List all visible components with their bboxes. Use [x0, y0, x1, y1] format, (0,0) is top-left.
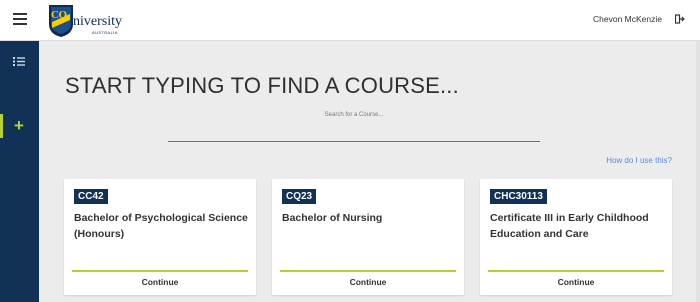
- continue-button[interactable]: Continue: [480, 277, 672, 287]
- help-link[interactable]: How do I use this?: [606, 156, 672, 165]
- course-card[interactable]: CHC30113 Certificate III in Early Childh…: [480, 179, 672, 295]
- card-divider: [280, 270, 456, 272]
- course-card[interactable]: CC42 Bachelor of Psychological Science (…: [64, 179, 256, 295]
- course-search: Search for a Course...: [168, 112, 540, 247]
- continue-button[interactable]: Continue: [272, 277, 464, 287]
- page-title: START TYPING TO FIND A COURSE...: [65, 73, 459, 98]
- course-title: Bachelor of Psychological Science (Honou…: [74, 212, 248, 240]
- sidebar-item-add-course[interactable]: +: [0, 114, 39, 138]
- course-code-badge: CQ23: [282, 189, 317, 204]
- logout-icon[interactable]: [675, 14, 685, 24]
- search-label: Search for a Course...: [324, 112, 384, 118]
- plus-icon: +: [14, 116, 24, 135]
- course-title: Bachelor of Nursing: [282, 212, 383, 224]
- menu-icon[interactable]: [13, 13, 27, 25]
- card-divider: [488, 270, 664, 272]
- course-code-badge: CHC30113: [490, 189, 547, 204]
- course-card[interactable]: CQ23 Bachelor of Nursing Continue: [272, 179, 464, 295]
- card-divider: [72, 270, 248, 272]
- user-name[interactable]: Chevon McKenzie: [593, 14, 662, 24]
- list-icon: [13, 57, 25, 66]
- university-logo[interactable]: CQ niversity AUSTRALIA: [48, 4, 158, 38]
- logo-subtitle: AUSTRALIA: [92, 30, 118, 35]
- course-title: Certificate III in Early Childhood Educa…: [490, 212, 649, 240]
- page-scrollbar[interactable]: [696, 41, 700, 302]
- course-code-badge: CC42: [74, 189, 108, 204]
- sidebar: +: [0, 41, 39, 302]
- continue-button[interactable]: Continue: [64, 277, 256, 287]
- top-bar: CQ niversity AUSTRALIA Chevon McKenzie: [0, 0, 700, 41]
- logo-wordmark: niversity: [73, 14, 122, 29]
- course-search-input[interactable]: [168, 122, 540, 142]
- logo-cq-text: CQ: [51, 9, 67, 21]
- sidebar-item-list[interactable]: [0, 50, 39, 72]
- active-indicator: [0, 114, 3, 138]
